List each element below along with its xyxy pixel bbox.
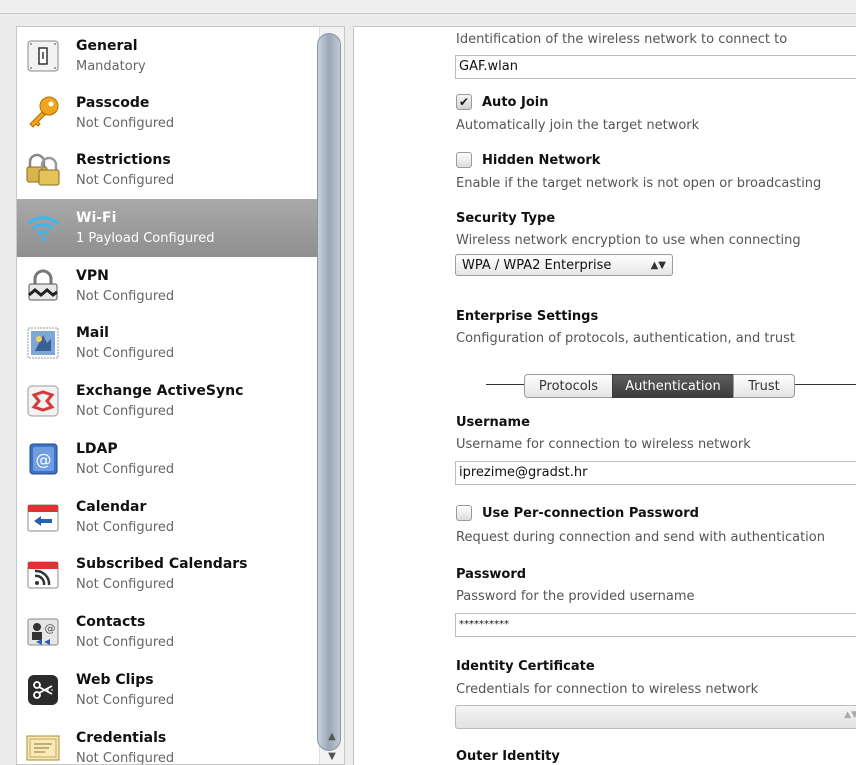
general-icon: [25, 38, 61, 74]
sidebar-item-title: Wi-Fi: [76, 210, 117, 226]
tab-trust[interactable]: Trust: [733, 374, 795, 398]
scroll-up-icon[interactable]: ▲: [319, 727, 344, 745]
enterprise-settings-label: Enterprise Settings: [456, 309, 599, 324]
certificate-icon: [25, 730, 61, 764]
sidebar-item-title: Subscribed Calendars: [76, 556, 248, 572]
password-description: Password for the provided username: [456, 589, 695, 604]
sidebar-item-title: Restrictions: [76, 152, 171, 168]
sidebar-item-status: 1 Payload Configured: [76, 231, 215, 246]
ldap-at-icon: @: [25, 441, 61, 477]
sidebar-item-status: Not Configured: [76, 577, 175, 592]
payload-sidebar: General Mandatory Passcode Not Configure…: [16, 26, 345, 765]
sidebar-item-mail[interactable]: Mail Not Configured: [17, 314, 319, 372]
sidebar-item-title: Web Clips: [76, 672, 154, 688]
sidebar-item-status: Not Configured: [76, 346, 175, 361]
sidebar-item-status: Not Configured: [76, 635, 175, 650]
per-connection-password-description: Request during connection and send with …: [456, 530, 825, 545]
sidebar-item-status: Mandatory: [76, 59, 146, 74]
sidebar-item-status: Not Configured: [76, 404, 175, 419]
scissors-icon: [25, 672, 61, 708]
auto-join-checkbox[interactable]: ✔: [456, 94, 472, 110]
key-icon: [25, 95, 61, 131]
svg-text:@: @: [45, 622, 56, 635]
sidebar-item-title: Calendar: [76, 499, 147, 515]
outer-identity-label: Outer Identity: [456, 749, 560, 764]
tab-authentication[interactable]: Authentication: [612, 374, 734, 398]
username-description: Username for connection to wireless netw…: [456, 437, 751, 452]
auto-join-row[interactable]: ✔ Auto Join: [456, 94, 548, 110]
sidebar-item-calendar[interactable]: Calendar Not Configured: [17, 488, 319, 546]
sidebar-item-contacts[interactable]: @ Contacts Not Configured: [17, 603, 319, 661]
sidebar-item-title: LDAP: [76, 441, 118, 457]
wifi-icon: [25, 210, 61, 246]
password-input[interactable]: **********: [455, 613, 856, 637]
sidebar-item-ldap[interactable]: @ LDAP Not Configured: [17, 430, 319, 488]
per-connection-password-label: Use Per-connection Password: [482, 505, 699, 521]
sidebar-item-passcode[interactable]: Passcode Not Configured: [17, 84, 319, 142]
select-updown-icon: ▲▼: [650, 259, 666, 271]
wifi-settings-panel: Identification of the wireless network t…: [353, 26, 856, 765]
sidebar-item-title: Passcode: [76, 95, 150, 111]
sidebar-item-status: Not Configured: [76, 520, 175, 535]
sidebar-item-exchange-activesync[interactable]: Exchange ActiveSync Not Configured: [17, 372, 319, 430]
subscribed-calendar-icon: [25, 556, 61, 592]
sidebar-item-vpn[interactable]: VPN Not Configured: [17, 257, 319, 315]
sidebar-item-general[interactable]: General Mandatory: [17, 27, 319, 85]
security-type-value: WPA / WPA2 Enterprise: [462, 257, 612, 273]
svg-text:@: @: [36, 450, 52, 469]
sidebar-item-wifi[interactable]: Wi-Fi 1 Payload Configured: [17, 199, 319, 257]
sidebar-item-status: Not Configured: [76, 462, 175, 477]
per-connection-password-checkbox[interactable]: [456, 505, 472, 521]
sidebar-item-web-clips[interactable]: Web Clips Not Configured: [17, 661, 319, 719]
hidden-network-label: Hidden Network: [482, 152, 601, 168]
sidebar-item-restrictions[interactable]: Restrictions Not Configured: [17, 141, 319, 199]
username-label: Username: [456, 415, 530, 430]
vpn-lock-icon: [25, 268, 61, 304]
sidebar-item-subscribed-calendars[interactable]: Subscribed Calendars Not Configured: [17, 545, 319, 603]
padlocks-icon: [25, 152, 61, 188]
sidebar-item-status: Not Configured: [76, 173, 175, 188]
tab-protocols[interactable]: Protocols: [524, 374, 613, 398]
sidebar-item-title: VPN: [76, 268, 109, 284]
checkmark-icon: ✔: [458, 95, 470, 109]
ssid-description: Identification of the wireless network t…: [456, 32, 788, 47]
sidebar-item-status: Not Configured: [76, 289, 175, 304]
per-connection-password-row[interactable]: Use Per-connection Password: [456, 505, 699, 521]
security-type-label: Security Type: [456, 211, 556, 226]
select-updown-icon: ▲▼: [844, 710, 856, 720]
sidebar-item-title: Credentials: [76, 730, 167, 746]
hidden-network-checkbox[interactable]: [456, 152, 472, 168]
password-label: Password: [456, 567, 527, 582]
security-type-select[interactable]: WPA / WPA2 Enterprise ▲▼: [455, 254, 673, 276]
sidebar-item-status: Not Configured: [76, 751, 175, 765]
sidebar-item-status: Not Configured: [76, 116, 175, 131]
identity-certificate-description: Credentials for connection to wireless n…: [456, 682, 759, 697]
window-top-bar: [0, 0, 856, 14]
sidebar-item-credentials[interactable]: Credentials Not Configured: [17, 719, 319, 765]
mail-stamp-icon: [25, 325, 61, 361]
scroll-down-icon[interactable]: ▼: [319, 747, 344, 764]
sidebar-item-title: Mail: [76, 325, 109, 341]
username-input[interactable]: iprezime@gradst.hr: [455, 461, 856, 485]
contacts-icon: @: [25, 614, 61, 650]
sidebar-item-status: Not Configured: [76, 693, 175, 708]
auto-join-label: Auto Join: [482, 94, 549, 110]
identity-certificate-label: Identity Certificate: [456, 659, 595, 674]
calendar-icon: [25, 499, 61, 535]
hidden-network-description: Enable if the target network is not open…: [456, 176, 822, 191]
sidebar-item-title: Contacts: [76, 614, 146, 630]
ssid-input[interactable]: GAF.wlan: [455, 55, 856, 79]
auto-join-description: Automatically join the target network: [456, 118, 700, 133]
enterprise-settings-description: Configuration of protocols, authenticati…: [456, 331, 795, 346]
exchange-icon: [25, 383, 61, 419]
sidebar-item-title: Exchange ActiveSync: [76, 383, 244, 399]
security-type-description: Wireless network encryption to use when …: [456, 233, 801, 248]
sidebar-scrollbar-thumb[interactable]: [317, 33, 341, 751]
sidebar-item-title: General: [76, 38, 138, 54]
hidden-network-row[interactable]: Hidden Network: [456, 152, 600, 168]
identity-certificate-select[interactable]: ▲▼: [455, 705, 856, 729]
